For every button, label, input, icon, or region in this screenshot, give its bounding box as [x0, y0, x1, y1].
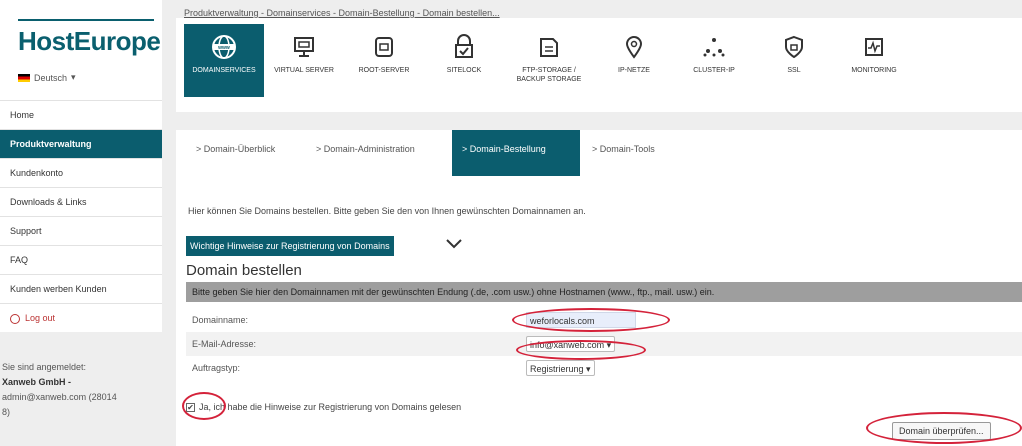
- globe-icon: www: [211, 34, 237, 60]
- server-icon: [371, 34, 397, 60]
- service-label: VIRTUAL SERVER: [274, 67, 334, 74]
- service-label: DOMAINSERVICES: [192, 67, 256, 74]
- service-label: SSL: [787, 67, 801, 74]
- form-instructions: Bitte geben Sie hier den Domainnamen mit…: [186, 282, 1022, 302]
- main-content: > Domain-Überblick > Domain-Administrati…: [176, 130, 1022, 446]
- annotation-ellipse-domain: [512, 308, 670, 332]
- service-ssl[interactable]: SSL: [754, 24, 834, 97]
- sidebar-item-label: Downloads & Links: [10, 197, 87, 207]
- sidebar-item-logout[interactable]: Log out: [0, 303, 162, 332]
- service-label: IP-NETZE: [618, 67, 650, 74]
- service-ftp-storage[interactable]: FTP-STORAGE / BACKUP STORAGE: [504, 24, 594, 97]
- domain-label: Domainname:: [192, 315, 249, 325]
- storage-icon: [536, 34, 562, 60]
- annotation-ellipse-email: [516, 340, 646, 360]
- caret-down-icon: ▾: [71, 72, 76, 82]
- sidebar-item-downloads[interactable]: Downloads & Links: [0, 187, 162, 216]
- service-monitoring[interactable]: MONITORING: [834, 24, 914, 97]
- service-label: ROOT-SERVER: [358, 67, 410, 74]
- tab-domain-bestellung[interactable]: > Domain-Bestellung: [452, 130, 580, 176]
- language-label: Deutsch: [34, 72, 68, 83]
- breadcrumb-text[interactable]: Produktverwaltung - Domainservices - Dom…: [184, 8, 500, 18]
- sidebar-item-support[interactable]: Support: [0, 216, 162, 245]
- service-sitelock[interactable]: SITELOCK: [424, 24, 504, 97]
- sidebar-item-produktverwaltung[interactable]: Produktverwaltung: [0, 129, 162, 158]
- order-type-label: Auftragstyp:: [192, 363, 241, 373]
- order-type-select[interactable]: Registrierung ▾: [526, 360, 595, 376]
- service-root-server[interactable]: ROOT-SERVER: [344, 24, 424, 97]
- sidebar-item-label: Log out: [25, 313, 56, 323]
- email-label: E-Mail-Adresse:: [192, 339, 257, 349]
- service-label: CLUSTER-IP: [693, 67, 735, 74]
- service-cluster-ip[interactable]: CLUSTER-IP: [674, 24, 754, 97]
- login-id-tail: 8): [2, 407, 11, 417]
- sidebar-item-label: Support: [10, 226, 42, 236]
- shield-icon: [781, 34, 807, 60]
- logout-icon: [10, 313, 20, 324]
- subtab-bar: > Domain-Überblick > Domain-Administrati…: [176, 130, 1022, 176]
- tab-domain-tools[interactable]: > Domain-Tools: [582, 130, 665, 176]
- service-ip-netze[interactable]: IP-NETZE: [594, 24, 674, 97]
- svg-text:www: www: [217, 45, 230, 51]
- login-status-text: Sie sind angemeldet:: [2, 362, 87, 372]
- sidebar-item-kunden-werben[interactable]: Kunden werben Kunden: [0, 274, 162, 303]
- cluster-icon: [701, 34, 727, 60]
- tab-domain-administration[interactable]: > Domain-Administration: [306, 130, 425, 176]
- lock-icon: [451, 34, 477, 60]
- monitoring-icon: [861, 34, 887, 60]
- service-bar: www DOMAINSERVICES VIRTUAL SERVER ROOT-S…: [176, 18, 1022, 112]
- chevron-down-icon[interactable]: [446, 234, 462, 255]
- sidebar-item-label: Kunden werben Kunden: [10, 284, 107, 294]
- service-label: SITELOCK: [446, 67, 482, 74]
- sidebar-item-label: Home: [10, 110, 35, 120]
- service-domainservices[interactable]: www DOMAINSERVICES: [184, 24, 264, 97]
- form-title: Domain bestellen: [186, 262, 302, 279]
- location-pin-icon: [621, 34, 647, 60]
- sidebar: HostEurope Deutsch ▾ Home Produktverwalt…: [0, 0, 162, 446]
- monitor-icon: [291, 34, 317, 60]
- intro-text: Hier können Sie Domains bestellen. Bitte…: [188, 206, 586, 216]
- confirm-label[interactable]: Ja, ich habe die Hinweise zur Registrier…: [199, 402, 461, 412]
- login-info: Sie sind angemeldet: Xanweb GmbH - admin…: [0, 360, 162, 420]
- service-label: FTP-STORAGE / BACKUP STORAGE: [516, 67, 582, 83]
- sidebar-item-faq[interactable]: FAQ: [0, 245, 162, 274]
- hosteurope-logo[interactable]: HostEurope: [18, 26, 161, 57]
- annotation-ellipse-checkbox: [182, 392, 226, 420]
- sidebar-item-label: Produktverwaltung: [10, 139, 92, 149]
- confirm-row: ✔ Ja, ich habe die Hinweise zur Registri…: [186, 402, 461, 412]
- sidebar-item-kundenkonto[interactable]: Kundenkonto: [0, 158, 162, 187]
- german-flag-icon: [18, 73, 30, 82]
- breadcrumb[interactable]: Produktverwaltung - Domainservices - Dom…: [184, 8, 500, 18]
- language-selector[interactable]: Deutsch ▾: [18, 72, 76, 83]
- hints-toggle[interactable]: Wichtige Hinweise zur Registrierung von …: [186, 236, 394, 256]
- order-type-row: Auftragstyp: Registrierung ▾: [186, 356, 1022, 380]
- login-user: Xanweb GmbH -: [2, 377, 72, 387]
- brand-line: [18, 19, 154, 21]
- login-email: admin@xanweb.com (28014: [2, 392, 117, 402]
- sidebar-item-home[interactable]: Home: [0, 100, 162, 129]
- sidebar-item-label: Kundenkonto: [10, 168, 64, 178]
- brand-header: HostEurope Deutsch ▾: [0, 0, 162, 100]
- sidebar-item-label: FAQ: [10, 255, 29, 265]
- tab-domain-ueberblick[interactable]: > Domain-Überblick: [186, 130, 285, 176]
- annotation-ellipse-button: [866, 412, 1022, 444]
- service-virtual-server[interactable]: VIRTUAL SERVER: [264, 24, 344, 97]
- service-label: MONITORING: [851, 67, 897, 74]
